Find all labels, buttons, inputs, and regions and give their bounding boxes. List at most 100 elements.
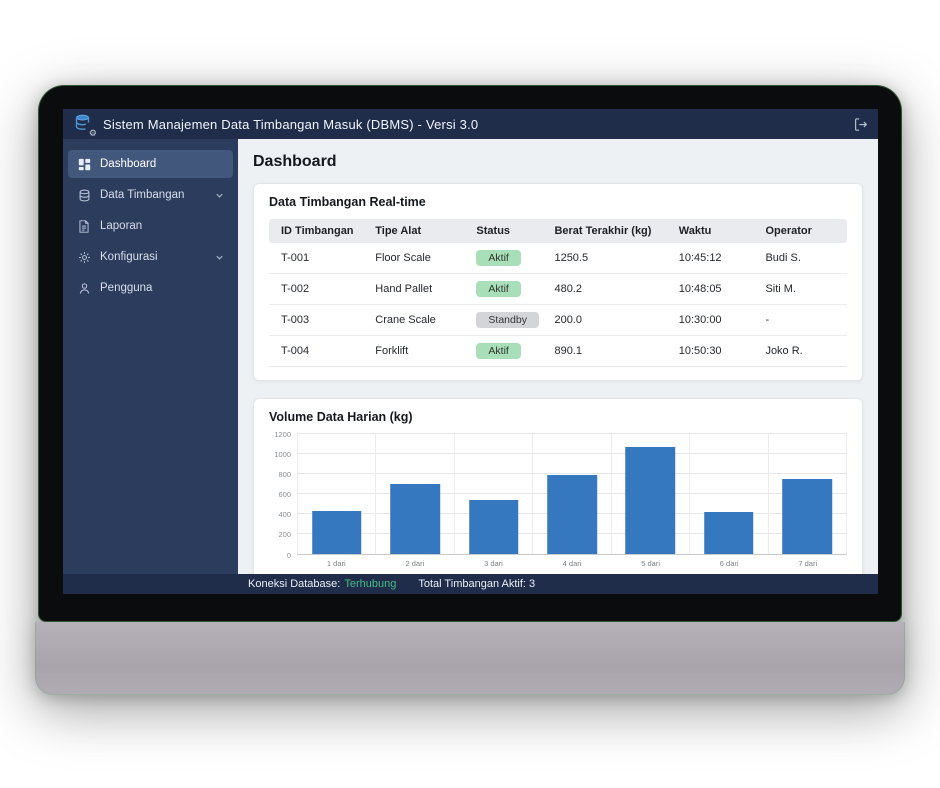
y-tick-label: 0 [287,551,291,559]
x-tick-label: 2 dari [376,559,455,568]
cell-tipe: Forklift [367,336,468,367]
sidebar-item-laporan[interactable]: Laporan [68,212,233,240]
cell-berat: 890.1 [546,336,670,367]
status-badge: Aktif [476,250,520,266]
sidebar: Dashboard Data Timbangan Laporan Konfigu… [63,139,238,574]
cell-tipe: Crane Scale [367,305,468,336]
chart-x-axis: 1 dari2 dari3 dari4 dari5 dari6 dari7 da… [297,559,847,568]
cell-waktu: 10:30:00 [671,305,758,336]
status-badge: Standby [476,312,539,328]
column-header: ID Timbangan [269,219,367,243]
chart-slot [297,434,376,554]
monitor-base [35,622,905,695]
dashboard-grid-icon [77,158,91,171]
table-header-row: ID TimbanganTipe AlatStatusBerat Terakhi… [269,219,847,243]
x-tick-label: 6 dari [690,559,769,568]
sidebar-item-konfigurasi[interactable]: Konfigurasi [68,243,233,271]
chart-title: Volume Data Harian (kg) [269,410,847,424]
cell-status: Aktif [468,274,546,305]
daily-volume-card: Volume Data Harian (kg) 0200400600800100… [253,398,863,574]
chart-bar [783,479,833,555]
table-row: T-002Hand PalletAktif480.210:48:05Siti M… [269,274,847,305]
column-header: Tipe Alat [367,219,468,243]
document-icon [77,220,91,233]
sidebar-item-label: Konfigurasi [100,251,158,263]
y-tick-label: 600 [278,491,291,499]
y-tick-label: 1000 [274,450,291,458]
app-window: ⚙ Sistem Manajemen Data Timbangan Masuk … [63,109,878,594]
cell-operator: Budi S. [757,243,847,274]
sidebar-item-dashboard[interactable]: Dashboard [68,150,233,178]
status-badge: Aktif [476,343,520,359]
realtime-card-title: Data Timbangan Real-time [269,195,847,209]
gear-icon [77,251,91,264]
chart-slot [612,434,690,554]
x-tick-label: 5 dari [611,559,690,568]
chart-slot [690,434,768,554]
cell-status: Standby [468,305,546,336]
sidebar-item-label: Pengguna [100,282,152,294]
cell-operator: Joko R. [757,336,847,367]
chevron-down-icon [215,191,224,200]
cell-berat: 1250.5 [546,243,670,274]
chart-bar [390,484,440,554]
status-bar: Koneksi Database: Terhubung Total Timban… [63,574,878,594]
cell-operator: - [757,305,847,336]
sidebar-item-label: Dashboard [100,158,156,170]
cell-id: T-003 [269,305,367,336]
chart-bar [312,511,362,554]
y-tick-label: 200 [278,531,291,539]
chart-slot [533,434,611,554]
chart-bar [704,512,754,554]
cell-tipe: Floor Scale [367,243,468,274]
sidebar-item-data-timbangan[interactable]: Data Timbangan [68,181,233,209]
cell-waktu: 10:48:05 [671,274,758,305]
main-content: Dashboard Data Timbangan Real-time ID Ti… [238,139,878,574]
cell-waktu: 10:45:12 [671,243,758,274]
title-bar: ⚙ Sistem Manajemen Data Timbangan Masuk … [63,109,878,139]
total-active-label: Total Timbangan Aktif: 3 [418,578,535,590]
cell-status: Aktif [468,336,546,367]
table-body: T-001Floor Scale Aktif 1250.510:45:12Budi … [269,243,847,367]
cell-berat: 200.0 [546,305,670,336]
cell-id: T-004 [269,336,367,367]
x-tick-label: 7 dari [768,559,847,568]
cell-tipe: Hand Pallet [367,274,468,305]
table-row: T-001Floor Scale Aktif 1250.510:45:12Budi … [269,243,847,274]
database-gear-icon: ⚙ [73,113,95,135]
y-tick-label: 1200 [274,430,291,438]
chart-bar [626,447,676,554]
database-icon [77,189,91,202]
sidebar-item-pengguna[interactable]: Pengguna [68,274,233,302]
logout-icon[interactable] [853,117,868,132]
chart-plot-area [297,434,847,555]
chart-bars [297,434,847,554]
x-tick-label: 3 dari [454,559,533,568]
chart-bar [469,500,519,554]
bar-chart: 020040060080010001200 1 dari2 dari3 dari… [269,434,847,568]
db-connection-value: Terhubung [344,578,396,590]
realtime-table: ID TimbanganTipe AlatStatusBerat Terakhi… [269,219,847,367]
chart-slot [769,434,847,554]
cell-id: T-002 [269,274,367,305]
column-header: Status [468,219,546,243]
user-icon [77,282,91,295]
cell-id: T-001 [269,243,367,274]
cell-status: Aktif [468,243,546,274]
window-title: Sistem Manajemen Data Timbangan Masuk (D… [103,117,478,132]
column-header: Berat Terakhir (kg) [546,219,670,243]
column-header: Waktu [671,219,758,243]
page-title: Dashboard [253,153,863,171]
column-header: Operator [757,219,847,243]
x-tick-label: 4 dari [533,559,612,568]
status-badge: Aktif [476,281,520,297]
sidebar-item-label: Laporan [100,220,142,232]
chart-slot [455,434,533,554]
y-tick-label: 400 [278,511,291,519]
realtime-data-card: Data Timbangan Real-time ID TimbanganTip… [253,183,863,381]
db-connection-label: Koneksi Database: [248,578,340,590]
sidebar-item-label: Data Timbangan [100,189,184,201]
monitor-mockup: ⚙ Sistem Manajemen Data Timbangan Masuk … [38,85,902,622]
table-row: T-003Crane Scale Standby 200.010:30:00- [269,305,847,336]
monitor-bezel: ⚙ Sistem Manajemen Data Timbangan Masuk … [38,85,902,622]
